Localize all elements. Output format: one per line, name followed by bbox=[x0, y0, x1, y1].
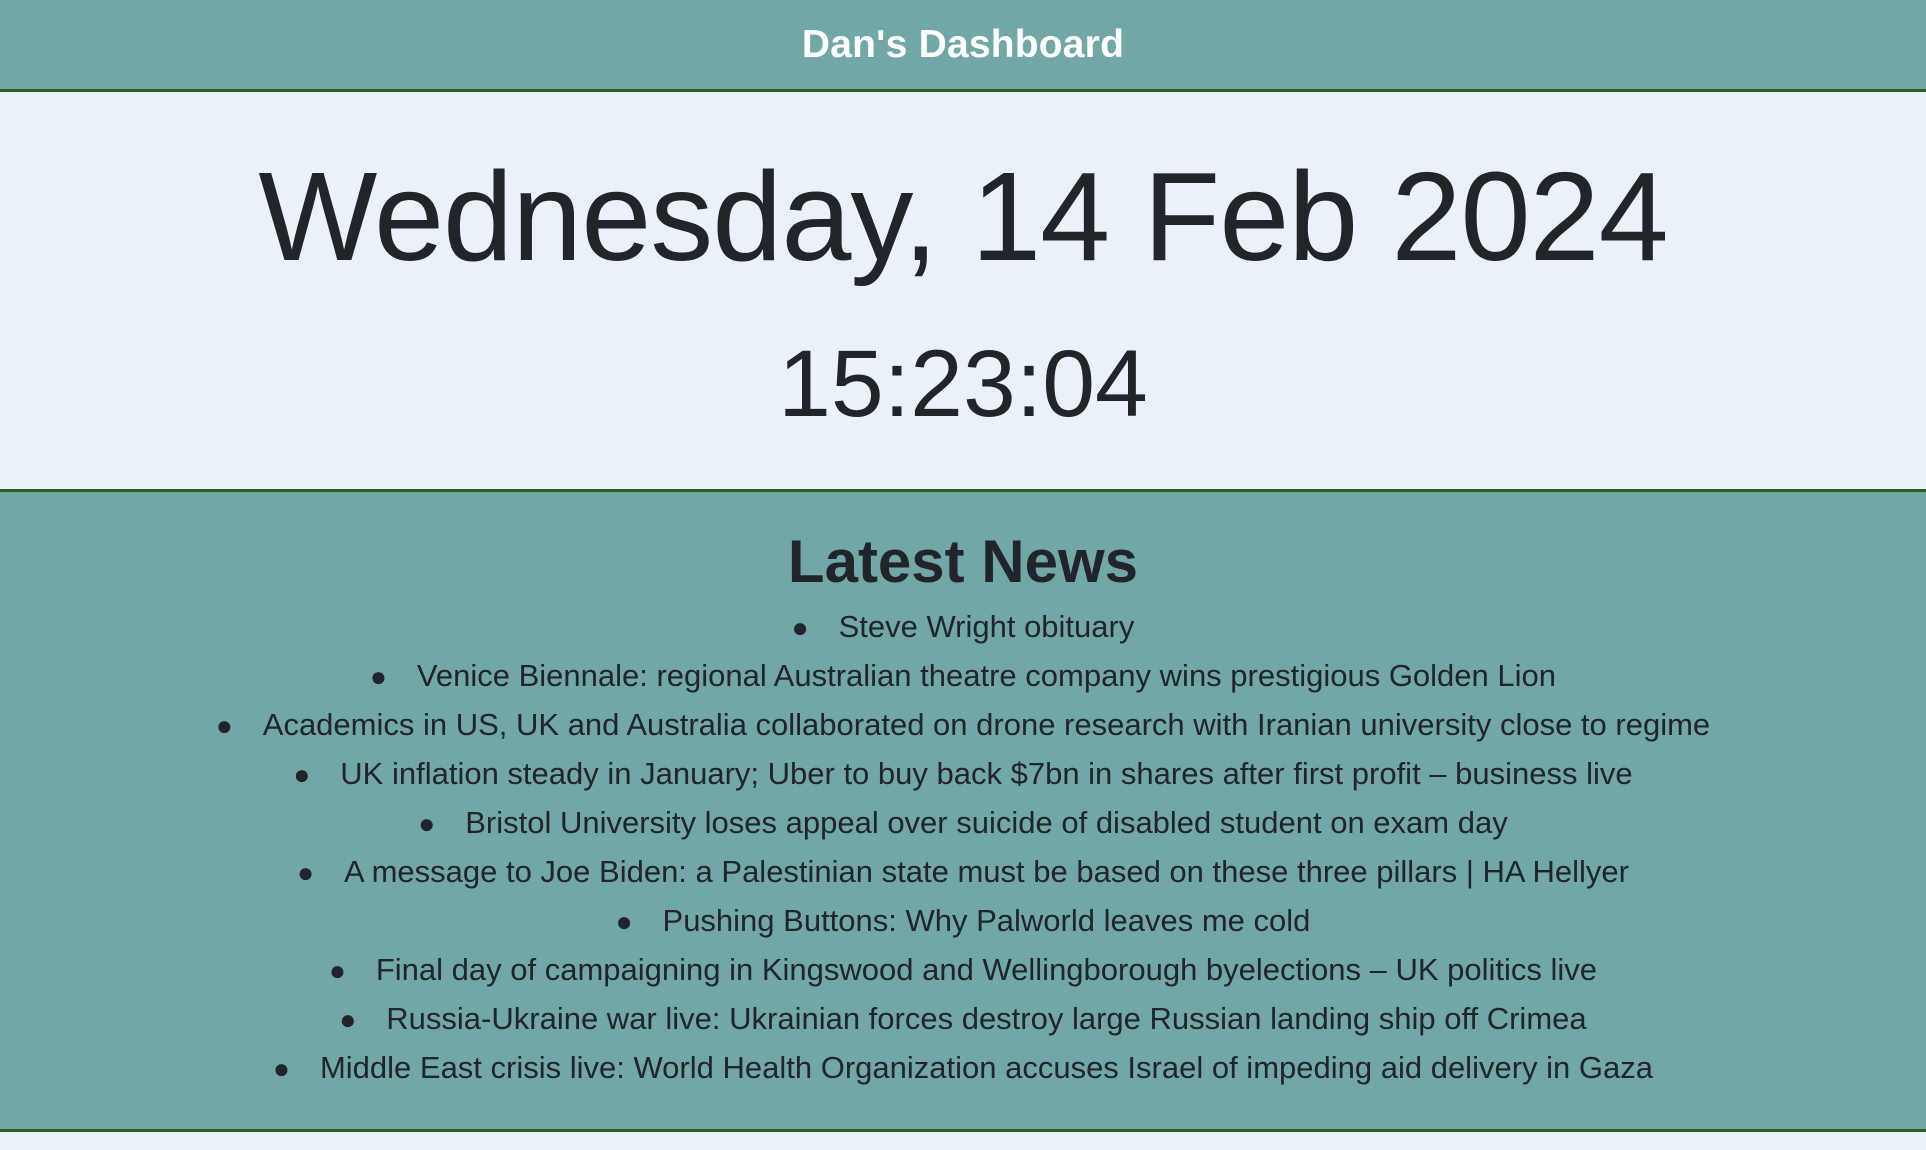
bullet-icon: ● bbox=[215, 710, 233, 741]
news-headline: Middle East crisis live: World Health Or… bbox=[319, 1050, 1653, 1085]
news-item: ● Bristol University loses appeal over su… bbox=[0, 799, 1926, 848]
news-item: ● Final day of campaigning in Kingswood a… bbox=[0, 946, 1926, 995]
news-headline: Steve Wright obituary bbox=[838, 609, 1135, 644]
bullet-icon: ● bbox=[791, 612, 809, 643]
news-headline: Pushing Buttons: Why Palworld leaves me … bbox=[662, 903, 1311, 938]
bullet-icon: ● bbox=[615, 906, 633, 937]
bullet-icon: ● bbox=[273, 1053, 290, 1084]
news-item: ● Middle East crisis live: World Health O… bbox=[0, 1044, 1926, 1093]
news-item: ● Steve Wright obituary bbox=[0, 603, 1926, 652]
news-headline: Bristol University loses appeal over sui… bbox=[465, 805, 1508, 840]
news-heading: Latest News bbox=[787, 528, 1139, 595]
date-time-panel: Wednesday, 14 Feb 2024 15:23:04 bbox=[0, 92, 1926, 489]
current-time: 15:23:04 bbox=[778, 331, 1148, 437]
news-panel: Latest News ● Steve Wright obituary ● Veni… bbox=[0, 489, 1926, 1132]
bullet-icon: ● bbox=[297, 857, 314, 888]
bullet-icon: ● bbox=[293, 759, 311, 790]
news-headline: A message to Joe Biden: a Palestinian st… bbox=[343, 854, 1629, 889]
news-item: ● Venice Biennale: regional Australian th… bbox=[0, 652, 1926, 701]
bullet-icon: ● bbox=[369, 661, 387, 692]
dashboard-title: Dan's Dashboard bbox=[801, 22, 1125, 66]
news-item: ● Russia-Ukraine war live: Ukrainian forc… bbox=[0, 995, 1926, 1044]
news-headline: Academics in US, UK and Australia collab… bbox=[262, 707, 1711, 742]
news-item: ● UK inflation steady in January; Uber to… bbox=[0, 750, 1926, 799]
news-headline: Final day of campaigning in Kingswood an… bbox=[375, 952, 1598, 987]
bullet-icon: ● bbox=[418, 808, 436, 839]
news-item: ● A message to Joe Biden: a Palestinian s… bbox=[0, 848, 1926, 897]
news-headline: Russia-Ukraine war live: Ukrainian force… bbox=[386, 1001, 1587, 1036]
news-headline: Venice Biennale: regional Australian the… bbox=[416, 658, 1557, 693]
news-item: ● Pushing Buttons: Why Palworld leaves me… bbox=[0, 897, 1926, 946]
bullet-icon: ● bbox=[328, 955, 346, 986]
footer-strip bbox=[0, 1132, 1926, 1150]
news-headline: UK inflation steady in January; Uber to … bbox=[340, 756, 1633, 791]
news-list: ● Steve Wright obituary ● Venice Biennale:… bbox=[0, 603, 1926, 1093]
news-item: ● Academics in US, UK and Australia colla… bbox=[0, 701, 1926, 750]
current-date: Wednesday, 14 Feb 2024 bbox=[258, 146, 1668, 287]
dashboard-header: Dan's Dashboard bbox=[0, 0, 1926, 92]
bullet-icon: ● bbox=[339, 1004, 357, 1035]
